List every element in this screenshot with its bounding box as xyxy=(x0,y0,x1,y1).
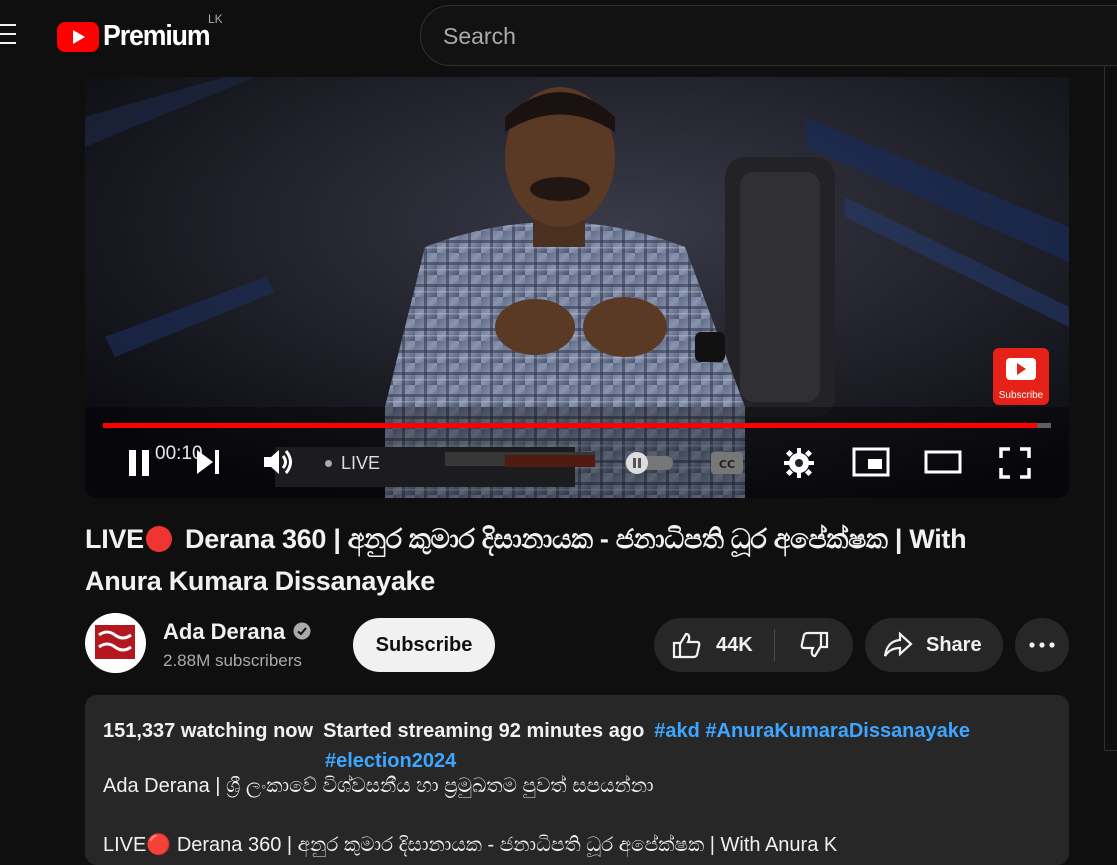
channel-avatar[interactable] xyxy=(85,613,146,673)
video-frame xyxy=(85,77,1069,498)
description-meta: 151,337 watching now Started streaming 92… xyxy=(103,716,1043,776)
svg-text:CC: CC xyxy=(719,458,735,471)
like-button[interactable]: 44K xyxy=(654,618,774,672)
search-input[interactable] xyxy=(443,20,1043,52)
skip-next-icon xyxy=(197,450,219,474)
pause-icon xyxy=(129,450,149,476)
captions-button[interactable]: CC xyxy=(707,447,747,479)
next-button[interactable] xyxy=(191,445,225,479)
pause-button[interactable] xyxy=(121,445,157,481)
thumbs-down-icon xyxy=(800,631,829,658)
fullscreen-button[interactable] xyxy=(995,445,1035,481)
share-label: Share xyxy=(926,633,982,656)
title-live-prefix: LIVE xyxy=(85,524,144,554)
captions-icon: CC xyxy=(711,452,743,474)
live-red-circle-icon xyxy=(145,526,172,552)
stream-start-time: Started streaming 92 minutes ago xyxy=(323,720,645,742)
thumbs-up-icon xyxy=(672,632,701,659)
logo-text: Premium xyxy=(103,20,211,52)
verified-check-icon xyxy=(293,622,311,640)
channel-row: Ada Derana 2.88M subscribers Subscribe 4… xyxy=(85,613,1075,677)
like-count: 44K xyxy=(716,633,753,656)
theater-icon xyxy=(924,450,962,474)
miniplayer-button[interactable] xyxy=(851,445,891,479)
fullscreen-icon xyxy=(999,447,1031,479)
progress-fill xyxy=(103,423,1037,428)
hashtag-election[interactable]: #election2024 xyxy=(325,750,456,772)
volume-button[interactable] xyxy=(260,445,296,479)
dislike-button[interactable] xyxy=(775,618,853,672)
country-code: LK xyxy=(208,12,223,26)
theater-mode-button[interactable] xyxy=(923,447,963,477)
video-player[interactable]: Subscribe 00:10 LIVE CC xyxy=(85,77,1069,498)
subscribe-watermark[interactable]: Subscribe xyxy=(993,348,1049,405)
menu-icon[interactable] xyxy=(0,24,18,46)
watermark-label: Subscribe xyxy=(998,390,1044,401)
live-indicator[interactable]: LIVE xyxy=(325,453,380,474)
ada-derana-logo-icon xyxy=(85,613,146,673)
video-title: LIVE Derana 360 | අනුර කුමාර දිසානායක - … xyxy=(85,518,1045,602)
description-box[interactable]: 151,337 watching now Started streaming 92… xyxy=(85,695,1069,865)
volume-icon xyxy=(264,450,292,474)
subscriber-count: 2.88M subscribers xyxy=(163,651,302,670)
hashtag-anura[interactable]: #AnuraKumaraDissanayake xyxy=(705,720,970,742)
live-text: LIVE xyxy=(341,453,381,473)
search-box[interactable] xyxy=(420,5,1117,66)
share-arrow-icon xyxy=(883,631,913,657)
like-dislike-group: 44K xyxy=(654,618,853,672)
share-button[interactable]: Share xyxy=(865,618,1003,672)
title-main: Derana 360 | අනුර කුමාර දිසානායක - ජනාධි… xyxy=(85,524,967,596)
more-actions-button[interactable] xyxy=(1015,618,1069,672)
channel-name[interactable]: Ada Derana xyxy=(163,619,285,645)
youtube-play-icon xyxy=(1006,358,1036,380)
progress-bar[interactable] xyxy=(103,423,1051,428)
youtube-play-icon xyxy=(57,21,99,52)
settings-button[interactable] xyxy=(781,445,817,481)
description-text: Ada Derana | ශ්‍රී ලංකාවේ විශ්වසනීය හා ප… xyxy=(103,775,654,797)
autoplay-toggle-icon xyxy=(625,452,673,474)
youtube-logo[interactable]: Premium xyxy=(57,20,219,53)
watching-count: 151,337 watching now xyxy=(103,720,314,742)
autoplay-toggle[interactable] xyxy=(621,449,677,477)
subscribe-button[interactable]: Subscribe xyxy=(353,618,495,672)
hashtag-akd[interactable]: #akd xyxy=(654,720,700,742)
live-dot-icon xyxy=(325,460,332,467)
more-horizontal-icon xyxy=(1029,642,1055,648)
right-panel-edge xyxy=(1104,66,1117,751)
top-bar: Premium LK xyxy=(0,0,1117,72)
description-text-cut: LIVE🔴 Derana 360 | අනුර කුමාර දිසානායක -… xyxy=(103,834,838,856)
gear-icon xyxy=(784,448,814,478)
miniplayer-icon xyxy=(852,447,890,477)
